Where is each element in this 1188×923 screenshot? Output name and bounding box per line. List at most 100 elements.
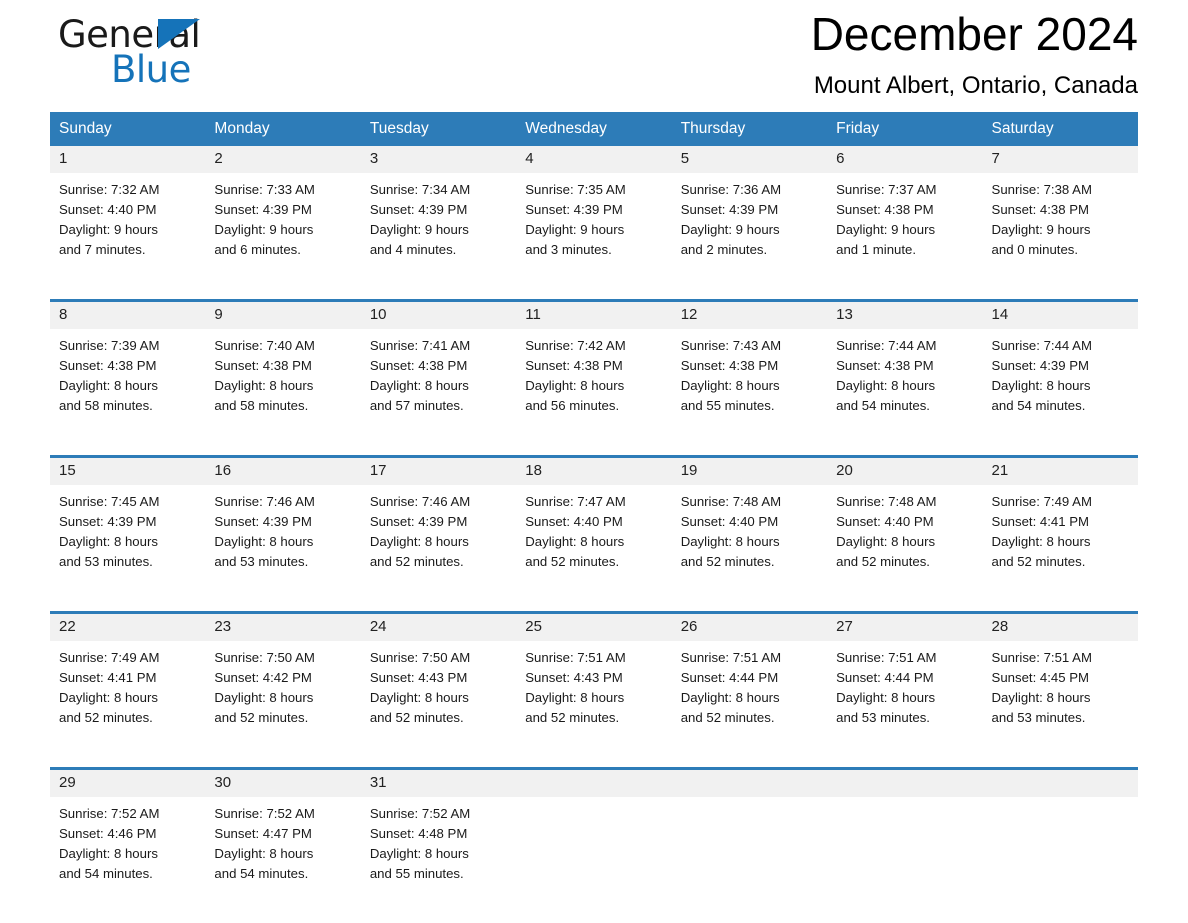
- calendar-day-cell[interactable]: 13Sunrise: 7:44 AMSunset: 4:38 PMDayligh…: [827, 301, 982, 457]
- daylight-duration-line2: and 52 minutes.: [836, 552, 976, 572]
- day-details: Sunrise: 7:45 AMSunset: 4:39 PMDaylight:…: [50, 485, 205, 611]
- daylight-duration-line1: Daylight: 9 hours: [992, 220, 1132, 240]
- sunrise-time: Sunrise: 7:41 AM: [370, 336, 510, 356]
- calendar-day-cell[interactable]: 1Sunrise: 7:32 AMSunset: 4:40 PMDaylight…: [50, 146, 205, 301]
- daylight-duration-line1: Daylight: 8 hours: [681, 532, 821, 552]
- sunrise-time: Sunrise: 7:52 AM: [214, 804, 354, 824]
- daylight-duration-line1: Daylight: 8 hours: [992, 532, 1132, 552]
- sunset-time: Sunset: 4:39 PM: [992, 356, 1132, 376]
- sunrise-time: Sunrise: 7:51 AM: [525, 648, 665, 668]
- calendar-day-cell[interactable]: 24Sunrise: 7:50 AMSunset: 4:43 PMDayligh…: [361, 613, 516, 769]
- weekday-header-saturday: Saturday: [983, 112, 1138, 146]
- generalblue-logo[interactable]: General Blue: [58, 8, 318, 94]
- calendar-day-cell[interactable]: 3Sunrise: 7:34 AMSunset: 4:39 PMDaylight…: [361, 146, 516, 301]
- calendar-day-cell[interactable]: 28Sunrise: 7:51 AMSunset: 4:45 PMDayligh…: [983, 613, 1138, 769]
- sunrise-time: Sunrise: 7:51 AM: [836, 648, 976, 668]
- day-details: Sunrise: 7:49 AMSunset: 4:41 PMDaylight:…: [50, 641, 205, 767]
- daylight-duration-line2: and 7 minutes.: [59, 240, 199, 260]
- sunset-time: Sunset: 4:42 PM: [214, 668, 354, 688]
- day-number: [827, 770, 982, 797]
- sunrise-time: Sunrise: 7:51 AM: [992, 648, 1132, 668]
- calendar-day-cell[interactable]: 29Sunrise: 7:52 AMSunset: 4:46 PMDayligh…: [50, 769, 205, 923]
- calendar-day-cell[interactable]: 21Sunrise: 7:49 AMSunset: 4:41 PMDayligh…: [983, 457, 1138, 613]
- calendar-day-cell[interactable]: 30Sunrise: 7:52 AMSunset: 4:47 PMDayligh…: [205, 769, 360, 923]
- day-details: Sunrise: 7:33 AMSunset: 4:39 PMDaylight:…: [205, 173, 360, 299]
- day-number: 12: [672, 302, 827, 329]
- weekday-header-friday: Friday: [827, 112, 982, 146]
- calendar-day-cell[interactable]: 12Sunrise: 7:43 AMSunset: 4:38 PMDayligh…: [672, 301, 827, 457]
- calendar-day-cell[interactable]: 14Sunrise: 7:44 AMSunset: 4:39 PMDayligh…: [983, 301, 1138, 457]
- daylight-duration-line1: Daylight: 8 hours: [836, 688, 976, 708]
- day-details: Sunrise: 7:44 AMSunset: 4:39 PMDaylight:…: [983, 329, 1138, 455]
- sunrise-sunset-calendar: Sunday Monday Tuesday Wednesday Thursday…: [50, 112, 1138, 923]
- day-details: Sunrise: 7:52 AMSunset: 4:46 PMDaylight:…: [50, 797, 205, 923]
- calendar-day-cell[interactable]: 27Sunrise: 7:51 AMSunset: 4:44 PMDayligh…: [827, 613, 982, 769]
- sunrise-time: Sunrise: 7:49 AM: [59, 648, 199, 668]
- daylight-duration-line1: Daylight: 8 hours: [370, 376, 510, 396]
- daylight-duration-line1: Daylight: 8 hours: [525, 688, 665, 708]
- daylight-duration-line1: Daylight: 8 hours: [836, 376, 976, 396]
- sunset-time: Sunset: 4:44 PM: [681, 668, 821, 688]
- page-title: December 2024: [438, 6, 1138, 62]
- sunset-time: Sunset: 4:39 PM: [214, 200, 354, 220]
- day-details: Sunrise: 7:40 AMSunset: 4:38 PMDaylight:…: [205, 329, 360, 455]
- calendar-day-cell[interactable]: 15Sunrise: 7:45 AMSunset: 4:39 PMDayligh…: [50, 457, 205, 613]
- daylight-duration-line2: and 4 minutes.: [370, 240, 510, 260]
- day-number: 17: [361, 458, 516, 485]
- daylight-duration-line2: and 58 minutes.: [214, 396, 354, 416]
- daylight-duration-line1: Daylight: 8 hours: [214, 844, 354, 864]
- calendar-day-cell[interactable]: 16Sunrise: 7:46 AMSunset: 4:39 PMDayligh…: [205, 457, 360, 613]
- calendar-day-cell[interactable]: 31Sunrise: 7:52 AMSunset: 4:48 PMDayligh…: [361, 769, 516, 923]
- daylight-duration-line2: and 54 minutes.: [992, 396, 1132, 416]
- day-number: 8: [50, 302, 205, 329]
- sunrise-time: Sunrise: 7:32 AM: [59, 180, 199, 200]
- sunset-time: Sunset: 4:39 PM: [370, 200, 510, 220]
- calendar-day-cell[interactable]: 6Sunrise: 7:37 AMSunset: 4:38 PMDaylight…: [827, 146, 982, 301]
- calendar-day-cell[interactable]: 19Sunrise: 7:48 AMSunset: 4:40 PMDayligh…: [672, 457, 827, 613]
- calendar-day-cell[interactable]: 22Sunrise: 7:49 AMSunset: 4:41 PMDayligh…: [50, 613, 205, 769]
- calendar-day-cell-empty: [827, 769, 982, 923]
- day-details: Sunrise: 7:35 AMSunset: 4:39 PMDaylight:…: [516, 173, 671, 299]
- day-number: 23: [205, 614, 360, 641]
- calendar-week-row: 8Sunrise: 7:39 AMSunset: 4:38 PMDaylight…: [50, 301, 1138, 457]
- calendar-day-cell[interactable]: 7Sunrise: 7:38 AMSunset: 4:38 PMDaylight…: [983, 146, 1138, 301]
- day-number: 9: [205, 302, 360, 329]
- daylight-duration-line2: and 52 minutes.: [214, 708, 354, 728]
- day-number: 28: [983, 614, 1138, 641]
- calendar-day-cell[interactable]: 9Sunrise: 7:40 AMSunset: 4:38 PMDaylight…: [205, 301, 360, 457]
- calendar-day-cell[interactable]: 8Sunrise: 7:39 AMSunset: 4:38 PMDaylight…: [50, 301, 205, 457]
- calendar-day-cell[interactable]: 4Sunrise: 7:35 AMSunset: 4:39 PMDaylight…: [516, 146, 671, 301]
- day-details: Sunrise: 7:47 AMSunset: 4:40 PMDaylight:…: [516, 485, 671, 611]
- calendar-day-cell[interactable]: 20Sunrise: 7:48 AMSunset: 4:40 PMDayligh…: [827, 457, 982, 613]
- calendar-day-cell[interactable]: 11Sunrise: 7:42 AMSunset: 4:38 PMDayligh…: [516, 301, 671, 457]
- day-details: Sunrise: 7:51 AMSunset: 4:44 PMDaylight:…: [672, 641, 827, 767]
- calendar-day-cell[interactable]: 18Sunrise: 7:47 AMSunset: 4:40 PMDayligh…: [516, 457, 671, 613]
- day-details: Sunrise: 7:48 AMSunset: 4:40 PMDaylight:…: [672, 485, 827, 611]
- day-number: 18: [516, 458, 671, 485]
- day-number: [672, 770, 827, 797]
- calendar-day-cell[interactable]: 17Sunrise: 7:46 AMSunset: 4:39 PMDayligh…: [361, 457, 516, 613]
- calendar-day-cell-empty: [983, 769, 1138, 923]
- calendar-day-cell[interactable]: 25 Sunrise: 7:51 AMSunset: 4:43 PMDayligh…: [516, 613, 671, 769]
- calendar-day-cell[interactable]: 2Sunrise: 7:33 AMSunset: 4:39 PMDaylight…: [205, 146, 360, 301]
- daylight-duration-line1: Daylight: 8 hours: [214, 688, 354, 708]
- calendar-day-cell[interactable]: 5Sunrise: 7:36 AMSunset: 4:39 PMDaylight…: [672, 146, 827, 301]
- day-number: 3: [361, 146, 516, 173]
- sunrise-time: Sunrise: 7:35 AM: [525, 180, 665, 200]
- title-block: December 2024 Mount Albert, Ontario, Can…: [438, 0, 1138, 102]
- sunrise-time: Sunrise: 7:52 AM: [370, 804, 510, 824]
- day-number: 25: [516, 614, 671, 641]
- daylight-duration-line2: and 3 minutes.: [525, 240, 665, 260]
- calendar-day-cell[interactable]: 10Sunrise: 7:41 AMSunset: 4:38 PMDayligh…: [361, 301, 516, 457]
- daylight-duration-line1: Daylight: 9 hours: [59, 220, 199, 240]
- sunset-time: Sunset: 4:43 PM: [370, 668, 510, 688]
- day-number: 19: [672, 458, 827, 485]
- day-details: Sunrise: 7:32 AMSunset: 4:40 PMDaylight:…: [50, 173, 205, 299]
- day-number: 21: [983, 458, 1138, 485]
- calendar-day-cell[interactable]: 23Sunrise: 7:50 AMSunset: 4:42 PMDayligh…: [205, 613, 360, 769]
- sunset-time: Sunset: 4:43 PM: [525, 668, 665, 688]
- day-number: 6: [827, 146, 982, 173]
- daylight-duration-line1: Daylight: 8 hours: [681, 376, 821, 396]
- calendar-day-cell[interactable]: 26Sunrise: 7:51 AMSunset: 4:44 PMDayligh…: [672, 613, 827, 769]
- day-number: 24: [361, 614, 516, 641]
